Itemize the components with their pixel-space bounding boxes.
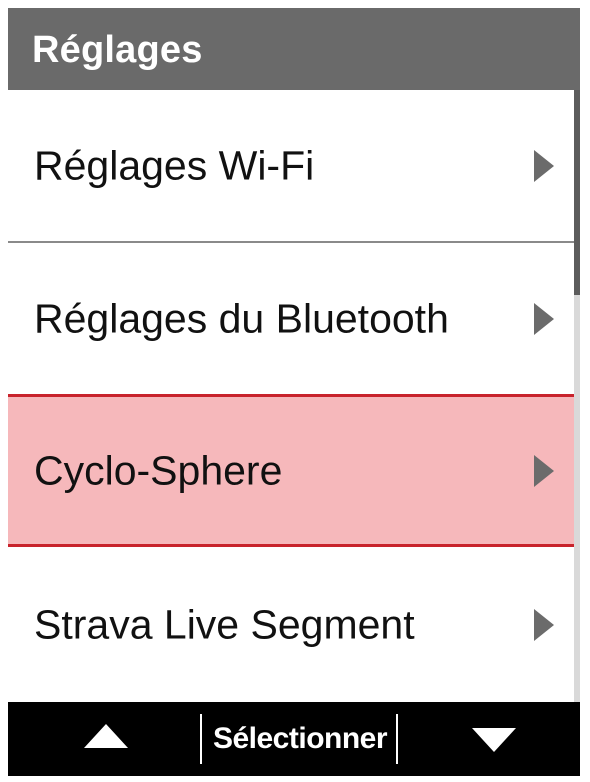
page-title: Réglages bbox=[32, 29, 203, 71]
menu-item-label: Cyclo-Sphere bbox=[34, 447, 283, 493]
chevron-right-icon bbox=[534, 454, 554, 487]
settings-menu-list: Réglages Wi-Fi Réglages du Bluetooth Cyc… bbox=[8, 90, 580, 702]
menu-item-cyclo-sphere[interactable]: Cyclo-Sphere bbox=[8, 394, 574, 547]
triangle-down-icon[interactable] bbox=[472, 728, 516, 752]
triangle-up-icon[interactable] bbox=[84, 724, 128, 748]
footer-divider bbox=[200, 714, 202, 764]
device-screen: Réglages Réglages Wi-Fi Réglages du Blue… bbox=[8, 8, 580, 776]
chevron-right-icon bbox=[534, 302, 554, 335]
menu-item-bluetooth-settings[interactable]: Réglages du Bluetooth bbox=[8, 243, 574, 396]
menu-item-wifi-settings[interactable]: Réglages Wi-Fi bbox=[8, 90, 574, 243]
menu-item-label: Strava Live Segment bbox=[34, 601, 415, 647]
scrollbar[interactable] bbox=[574, 90, 580, 702]
chevron-right-icon bbox=[534, 149, 554, 182]
menu-item-strava-live-segment[interactable]: Strava Live Segment bbox=[8, 548, 574, 701]
screen-header: Réglages bbox=[8, 8, 580, 90]
menu-item-label: Réglages Wi-Fi bbox=[34, 142, 315, 188]
menu-item-label: Réglages du Bluetooth bbox=[34, 295, 449, 341]
footer-divider bbox=[396, 714, 398, 764]
button-bar: Sélectionner bbox=[8, 702, 580, 776]
select-button[interactable]: Sélectionner bbox=[204, 720, 396, 758]
scrollbar-thumb[interactable] bbox=[574, 90, 580, 295]
chevron-right-icon bbox=[534, 608, 554, 641]
